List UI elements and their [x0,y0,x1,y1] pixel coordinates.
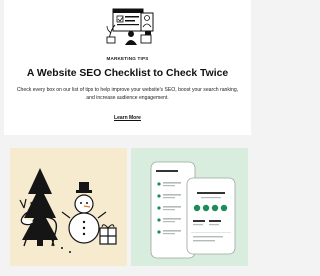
holiday-snowman-deer-illustration [19,168,117,253]
website-checklist-illustration [105,3,157,45]
article-description: Check every box on our list of tips to h… [16,87,239,102]
learn-more-link[interactable]: Learn More [4,115,251,121]
holiday-illustration-tile[interactable] [10,148,127,266]
article-category: MARKETING TIPS [106,56,149,61]
phone-app-mockup-illustration [150,161,236,259]
article-card: MARKETING TIPS A Website SEO Checklist t… [4,0,251,135]
newsletter-page: MARKETING TIPS A Website SEO Checklist t… [0,0,255,276]
app-mockup-tile[interactable] [131,148,248,266]
article-title: A Website SEO Checklist to Check Twice [26,68,229,79]
